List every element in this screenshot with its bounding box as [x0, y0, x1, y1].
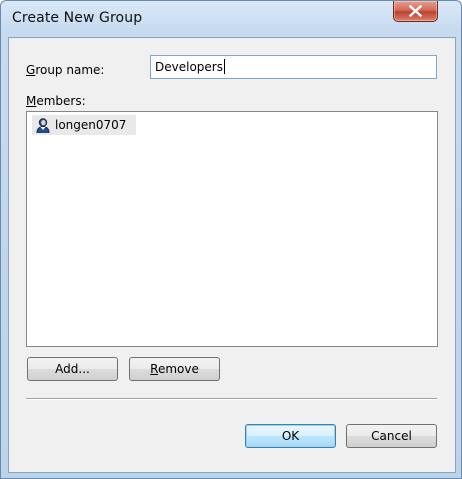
- dialog-title: Create New Group: [12, 10, 143, 26]
- title-bar[interactable]: Create New Group: [1, 1, 461, 37]
- dialog-body: Group name: Developers Members: longen07…: [8, 37, 456, 473]
- group-name-input[interactable]: Developers: [150, 55, 437, 79]
- list-item[interactable]: longen0707: [32, 115, 136, 135]
- member-name: longen0707: [55, 118, 127, 132]
- members-label: Members:: [26, 94, 86, 108]
- cancel-button[interactable]: Cancel: [346, 424, 437, 448]
- members-list[interactable]: longen0707: [26, 111, 438, 347]
- close-icon: [409, 5, 422, 17]
- group-name-value: Developers: [155, 60, 223, 74]
- remove-button[interactable]: Remove: [129, 357, 220, 381]
- dialog-window: Create New Group Group name: Developers …: [0, 0, 462, 479]
- ok-button[interactable]: OK: [245, 424, 336, 448]
- text-caret: [223, 59, 225, 74]
- user-icon: [36, 118, 50, 133]
- close-button[interactable]: [393, 1, 438, 22]
- add-button[interactable]: Add...: [27, 357, 118, 381]
- divider: [26, 398, 437, 400]
- group-name-label: Group name:: [26, 63, 105, 77]
